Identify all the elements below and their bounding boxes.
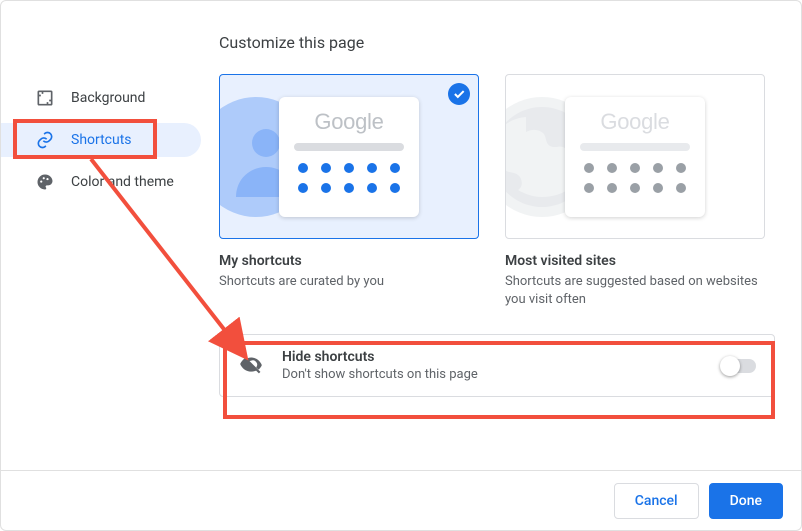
sidebar-item-background[interactable]: Background [1, 81, 201, 115]
hide-shortcuts-toggle[interactable] [722, 359, 756, 373]
google-logo-text: Google [293, 109, 405, 135]
dot [344, 163, 354, 173]
dot [676, 163, 686, 173]
option-desc: Shortcuts are suggested based on website… [505, 273, 765, 308]
dialog: Background Shortcuts Color and theme Cus… [0, 0, 802, 531]
sidebar-item-color-theme[interactable]: Color and theme [1, 165, 201, 199]
dot [321, 183, 331, 193]
dot [653, 183, 663, 193]
dot [630, 183, 640, 193]
dot [298, 183, 308, 193]
option-card-most-visited[interactable]: Google [505, 74, 765, 239]
option-desc: Shortcuts are curated by you [219, 273, 479, 291]
shortcut-dots [293, 163, 405, 193]
dot [607, 183, 617, 193]
sidebar-item-label: Color and theme [71, 174, 174, 190]
dot [584, 183, 594, 193]
dot [321, 163, 331, 173]
hide-shortcuts-row: Hide shortcuts Don't show shortcuts on t… [219, 334, 775, 397]
search-bar-placeholder [294, 143, 404, 151]
hide-shortcuts-text: Hide shortcuts Don't show shortcuts on t… [282, 349, 478, 382]
dot [676, 183, 686, 193]
sidebar: Background Shortcuts Color and theme [27, 31, 219, 445]
palette-icon [35, 172, 55, 192]
dialog-body: Background Shortcuts Color and theme Cus… [1, 1, 801, 463]
search-bar-placeholder [580, 143, 690, 151]
dot [298, 163, 308, 173]
sidebar-item-shortcuts[interactable]: Shortcuts [1, 123, 201, 157]
option-card-my-shortcuts[interactable]: Google [219, 74, 479, 239]
preview-tile: Google [279, 97, 419, 217]
done-button[interactable]: Done [709, 483, 783, 519]
sidebar-item-label: Shortcuts [71, 132, 132, 148]
dialog-footer: Cancel Done [1, 470, 801, 530]
shortcut-options: Google My shortcuts Shortcuts are cu [219, 74, 775, 308]
dot [653, 163, 663, 173]
google-logo-text: Google [579, 109, 691, 135]
hide-desc: Don't show shortcuts on this page [282, 367, 478, 382]
preview-tile: Google [565, 97, 705, 217]
page-title: Customize this page [219, 33, 775, 52]
shortcut-dots [579, 163, 691, 193]
dot [630, 163, 640, 173]
dot [344, 183, 354, 193]
cancel-label: Cancel [635, 493, 678, 509]
selected-checkmark-icon [448, 83, 470, 105]
option-my-shortcuts: Google My shortcuts Shortcuts are cu [219, 74, 479, 308]
sidebar-item-label: Background [71, 90, 145, 106]
dot [390, 163, 400, 173]
cancel-button[interactable]: Cancel [614, 483, 699, 519]
option-title: My shortcuts [219, 253, 479, 269]
dot [607, 163, 617, 173]
dot [584, 163, 594, 173]
done-label: Done [730, 493, 762, 509]
dot [367, 183, 377, 193]
option-title: Most visited sites [505, 253, 765, 269]
eye-off-icon [238, 351, 264, 381]
dot [367, 163, 377, 173]
dot [390, 183, 400, 193]
hide-title: Hide shortcuts [282, 349, 478, 365]
main-panel: Customize this page Google [219, 31, 775, 445]
option-most-visited: Google Most visited sites Shortcuts are … [505, 74, 765, 308]
toggle-knob [720, 356, 740, 376]
background-icon [35, 88, 55, 108]
link-icon [35, 130, 55, 150]
